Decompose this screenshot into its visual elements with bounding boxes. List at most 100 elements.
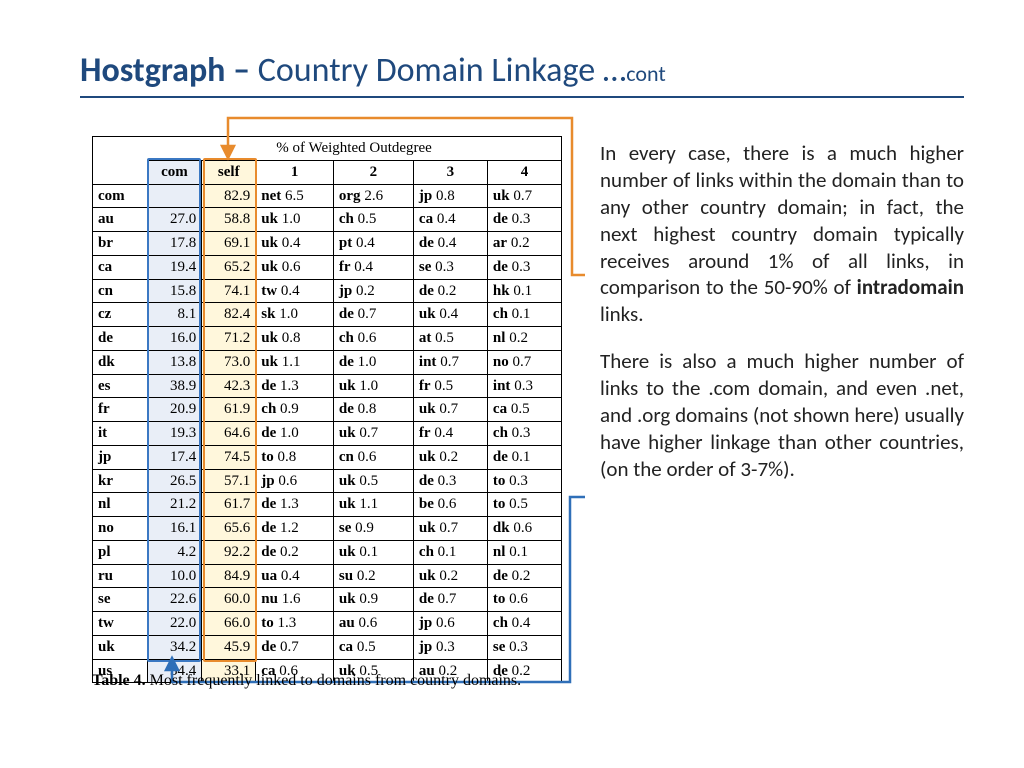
cell-rank1: de 0.7: [256, 635, 334, 659]
table-row: com82.9net 6.5org 2.6jp 0.8uk 0.7: [93, 184, 562, 208]
cell-rank1: de 0.2: [256, 540, 334, 564]
table-row: cn15.874.1tw 0.4jp 0.2de 0.2hk 0.1: [93, 279, 562, 303]
cell-self-pct: 61.9: [202, 398, 256, 422]
outdegree-table: % of Weighted Outdegree com self 1 2 3 4…: [92, 136, 562, 683]
cell-rank3: ca 0.4: [413, 208, 487, 232]
row-country: ca: [93, 255, 148, 279]
page-title: Hostgraph – Country Domain Linkage …cont: [80, 50, 964, 91]
cell-rank3: uk 0.2: [413, 445, 487, 469]
row-country: no: [93, 517, 148, 541]
cell-self-pct: 66.0: [202, 612, 256, 636]
table-caption: Table 4. Most frequently linked to domai…: [92, 672, 572, 690]
cell-rank3: de 0.4: [413, 232, 487, 256]
row-country: au: [93, 208, 148, 232]
cell-com-pct: 8.1: [147, 303, 202, 327]
cell-self-pct: 73.0: [202, 350, 256, 374]
cell-rank1: de 1.0: [256, 422, 334, 446]
cell-rank2: uk 1.0: [333, 374, 413, 398]
cell-rank4: to 0.6: [487, 588, 561, 612]
table-row: it19.364.6de 1.0uk 0.7fr 0.4ch 0.3: [93, 422, 562, 446]
title-underline: [80, 96, 964, 98]
cell-self-pct: 92.2: [202, 540, 256, 564]
cell-rank4: ch 0.1: [487, 303, 561, 327]
cell-self-pct: 84.9: [202, 564, 256, 588]
cell-self-pct: 58.8: [202, 208, 256, 232]
cell-rank4: int 0.3: [487, 374, 561, 398]
cell-rank2: jp 0.2: [333, 279, 413, 303]
table-row: nl21.261.7de 1.3uk 1.1be 0.6to 0.5: [93, 493, 562, 517]
cell-rank2: ca 0.5: [333, 635, 413, 659]
data-table-wrap: % of Weighted Outdegree com self 1 2 3 4…: [92, 136, 562, 683]
row-country: nl: [93, 493, 148, 517]
row-country: jp: [93, 445, 148, 469]
cell-rank4: de 0.1: [487, 445, 561, 469]
cell-rank2: de 1.0: [333, 350, 413, 374]
cell-com-pct: 38.9: [147, 374, 202, 398]
cell-self-pct: 57.1: [202, 469, 256, 493]
row-country: br: [93, 232, 148, 256]
table-super-row: % of Weighted Outdegree: [93, 137, 562, 161]
cell-rank3: de 0.3: [413, 469, 487, 493]
table-row: se22.660.0nu 1.6uk 0.9de 0.7to 0.6: [93, 588, 562, 612]
cell-rank3: ch 0.1: [413, 540, 487, 564]
cell-rank2: uk 0.1: [333, 540, 413, 564]
table-row: uk34.245.9de 0.7ca 0.5jp 0.3se 0.3: [93, 635, 562, 659]
cell-com-pct: 13.8: [147, 350, 202, 374]
cell-self-pct: 74.5: [202, 445, 256, 469]
row-country: se: [93, 588, 148, 612]
col-rank3: 3: [413, 160, 487, 184]
cell-rank4: to 0.5: [487, 493, 561, 517]
cell-rank1: uk 1.1: [256, 350, 334, 374]
cell-rank2: uk 0.5: [333, 469, 413, 493]
cell-rank4: to 0.3: [487, 469, 561, 493]
cell-rank3: be 0.6: [413, 493, 487, 517]
table-row: tw22.066.0to 1.3au 0.6jp 0.6ch 0.4: [93, 612, 562, 636]
table-header-row: com self 1 2 3 4: [93, 160, 562, 184]
table-row: cz8.182.4sk 1.0de 0.7uk 0.4ch 0.1: [93, 303, 562, 327]
cell-rank1: jp 0.6: [256, 469, 334, 493]
cell-rank3: uk 0.4: [413, 303, 487, 327]
col-com: com: [147, 160, 202, 184]
cell-rank3: uk 0.7: [413, 517, 487, 541]
cell-com-pct: 17.8: [147, 232, 202, 256]
paragraph-2: There is also a much higher number of li…: [600, 348, 964, 482]
cell-com-pct: 19.4: [147, 255, 202, 279]
cell-rank1: net 6.5: [256, 184, 334, 208]
caption-label: Table 4.: [92, 672, 146, 689]
cell-self-pct: 69.1: [202, 232, 256, 256]
col-self: self: [202, 160, 256, 184]
cell-rank1: de 1.3: [256, 374, 334, 398]
table-row: br17.869.1uk 0.4pt 0.4de 0.4ar 0.2: [93, 232, 562, 256]
cell-rank2: de 0.7: [333, 303, 413, 327]
row-country: com: [93, 184, 148, 208]
cell-rank1: uk 0.6: [256, 255, 334, 279]
cell-rank4: ch 0.4: [487, 612, 561, 636]
cell-com-pct: 22.0: [147, 612, 202, 636]
cell-rank2: de 0.8: [333, 398, 413, 422]
row-country: dk: [93, 350, 148, 374]
cell-rank4: ch 0.3: [487, 422, 561, 446]
cell-com-pct: 16.0: [147, 327, 202, 351]
row-country: uk: [93, 635, 148, 659]
cell-rank4: ca 0.5: [487, 398, 561, 422]
cell-rank4: uk 0.7: [487, 184, 561, 208]
cell-self-pct: 82.4: [202, 303, 256, 327]
cell-rank4: hk 0.1: [487, 279, 561, 303]
col-rank2: 2: [333, 160, 413, 184]
cell-rank2: pt 0.4: [333, 232, 413, 256]
cell-rank3: at 0.5: [413, 327, 487, 351]
cell-rank2: uk 0.9: [333, 588, 413, 612]
cell-rank2: au 0.6: [333, 612, 413, 636]
cell-rank1: de 1.3: [256, 493, 334, 517]
table-supertitle: % of Weighted Outdegree: [147, 137, 561, 161]
cell-rank3: jp 0.3: [413, 635, 487, 659]
cell-rank4: de 0.3: [487, 255, 561, 279]
cell-rank2: uk 1.1: [333, 493, 413, 517]
cell-rank1: nu 1.6: [256, 588, 334, 612]
title-bold: Hostgraph –: [80, 50, 258, 91]
cell-self-pct: 71.2: [202, 327, 256, 351]
cell-rank2: ch 0.5: [333, 208, 413, 232]
cell-self-pct: 61.7: [202, 493, 256, 517]
row-country: pl: [93, 540, 148, 564]
cell-rank4: se 0.3: [487, 635, 561, 659]
